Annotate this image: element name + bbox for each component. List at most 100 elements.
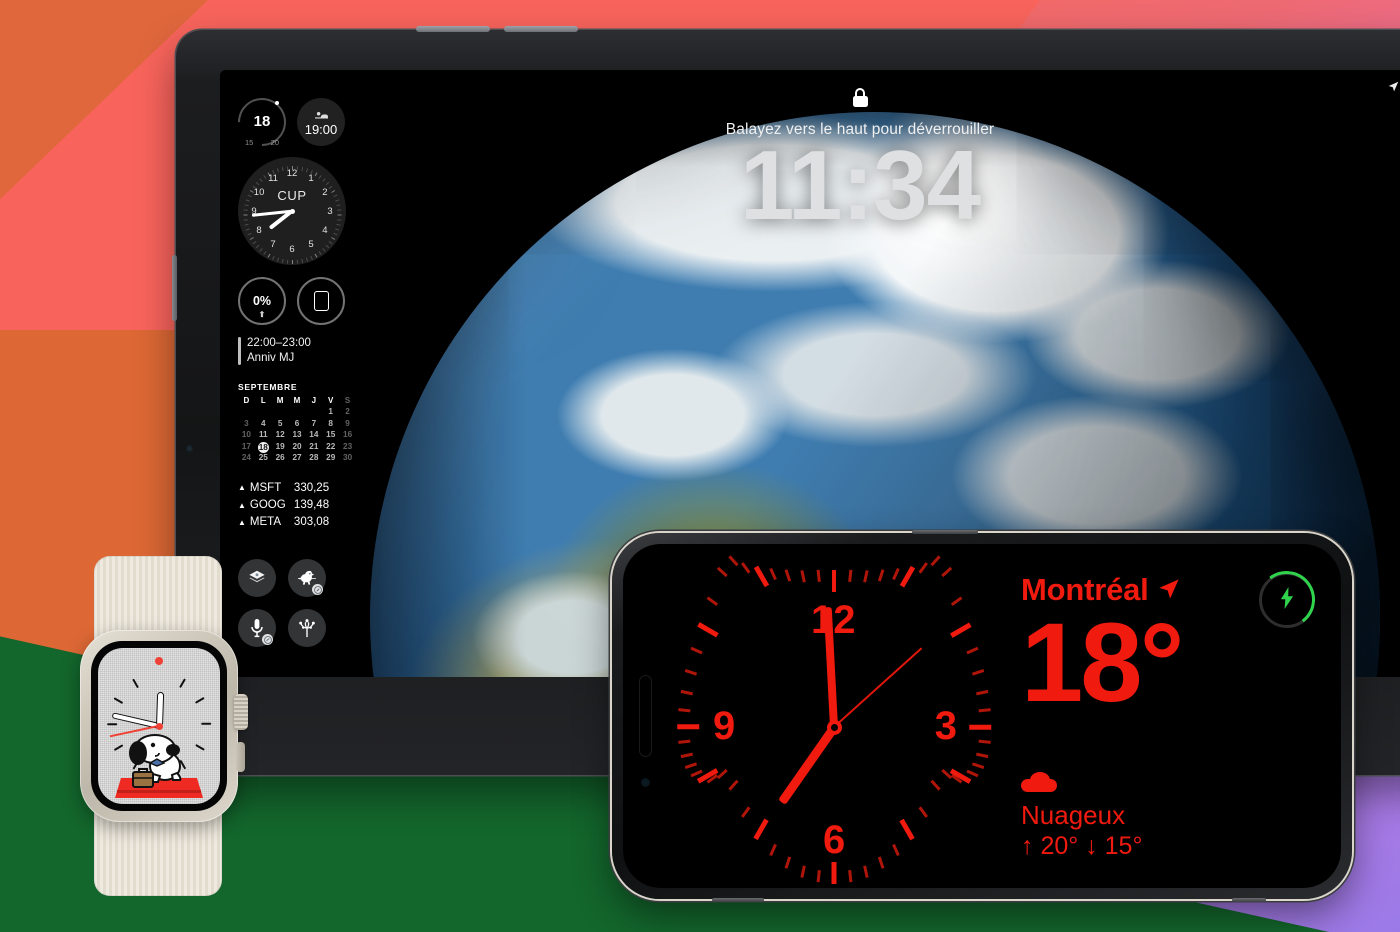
clock-tick <box>918 806 928 818</box>
stocks-widget[interactable]: ▲ MSFT 330,25 ▲ GOOG 139,48 ▲ META 303,08 <box>238 480 356 532</box>
calendar-day[interactable]: 10 <box>238 430 255 441</box>
analog-clock-widget[interactable]: 12 1 2 3 4 5 6 7 8 9 10 11 CUP <box>238 157 346 265</box>
ipad-volume-up-button[interactable] <box>416 26 490 32</box>
clock-tick <box>799 569 806 582</box>
calendar-day[interactable]: 12 <box>272 430 289 441</box>
clock-tick <box>862 865 869 878</box>
clock-tick <box>259 248 263 252</box>
calendar-day[interactable]: 8 <box>322 419 339 430</box>
ipad-volume-down-button[interactable] <box>504 26 578 32</box>
snoopy-illustration <box>115 734 203 798</box>
charging-indicator <box>1254 567 1320 633</box>
clock-tick <box>753 565 769 587</box>
calendar-day[interactable]: 22 <box>322 442 339 453</box>
clock-tick <box>331 237 336 240</box>
calendar-day[interactable]: 14 <box>305 430 322 441</box>
clock-tick <box>831 862 837 884</box>
calendar-day[interactable]: 28 <box>305 453 322 464</box>
stock-value: 139,48 <box>293 499 330 512</box>
clock-tick <box>328 241 333 245</box>
calendar-day[interactable]: 30 <box>339 453 356 464</box>
clock-tick <box>696 622 719 638</box>
calendar-day[interactable]: 23 <box>339 442 356 453</box>
clock-tick <box>784 856 791 869</box>
device-ring-widget[interactable] <box>297 277 345 325</box>
event-title: Anniv MJ <box>247 352 295 365</box>
calendar-dow: M <box>276 396 284 406</box>
calendar-day[interactable] <box>305 407 322 418</box>
standby-weather-widget[interactable]: Montréal 18° Nuageux ↑ 20° ↓ 15° <box>1021 567 1320 868</box>
clock-numeral-3: 3 <box>934 704 957 748</box>
calendar-day[interactable] <box>255 407 272 418</box>
dinosaur-icon[interactable] <box>288 559 326 597</box>
calendar-today: 18 <box>257 441 269 453</box>
iphone-volume-button[interactable] <box>712 898 764 902</box>
calendar-day[interactable]: 29 <box>322 453 339 464</box>
calendar-day[interactable]: 19 <box>272 442 289 453</box>
clock-tick <box>899 818 915 840</box>
standby-analog-clock[interactable]: 12 3 6 9 <box>677 555 991 884</box>
clock-tick <box>965 646 979 655</box>
weather-ring-widget[interactable]: 18 15 20 <box>228 88 296 156</box>
iphone-action-button[interactable] <box>1232 898 1266 902</box>
calendar-day[interactable]: 17 <box>238 442 255 453</box>
calendar-day[interactable]: 21 <box>305 442 322 453</box>
calendar-day[interactable]: 26 <box>272 453 289 464</box>
calendar-day[interactable]: 7 <box>305 419 322 430</box>
clock-tick <box>684 668 697 676</box>
calendar-day[interactable]: 18 <box>255 441 272 453</box>
calendar-event-widget[interactable]: 22:00–23:00 Anniv MJ <box>238 336 356 366</box>
iphone-standby-screen[interactable]: 12 3 6 9 Montréal 18° Nuageux ↑ 20° ↓ 15… <box>623 544 1341 888</box>
calendar-day[interactable]: 1 <box>322 407 339 418</box>
clock-tick <box>847 569 852 583</box>
calendar-day[interactable]: 2 <box>339 407 356 418</box>
clock-tick <box>929 555 941 566</box>
stock-row[interactable]: ▲ GOOG 139,48 <box>238 497 356 514</box>
calendar-day[interactable]: 13 <box>289 430 306 441</box>
calendar-day[interactable]: 16 <box>339 430 356 441</box>
calendar-day[interactable]: 9 <box>339 419 356 430</box>
iphone-front-camera <box>641 778 650 787</box>
calendar-day[interactable] <box>238 407 255 418</box>
calendar-day[interactable]: 15 <box>322 430 339 441</box>
clock-tick <box>831 570 837 592</box>
clock-tick <box>267 253 271 258</box>
digital-crown[interactable] <box>234 694 248 730</box>
watch-top-marker <box>155 657 163 665</box>
watch-side-button[interactable] <box>236 742 245 772</box>
calendar-day[interactable]: 24 <box>238 453 255 464</box>
clock-numeral-7: 7 <box>270 238 276 250</box>
calendar-day[interactable]: 4 <box>255 419 272 430</box>
calendar-day[interactable] <box>272 407 289 418</box>
calendar-day[interactable]: 27 <box>289 453 306 464</box>
clock-tick <box>799 865 806 878</box>
watch-hour-hand <box>155 691 164 727</box>
bedtime-value: 19:00 <box>304 121 338 137</box>
calendar-day[interactable]: 11 <box>255 430 272 441</box>
stock-trend-icon: ▲ <box>238 517 246 527</box>
clock-second-hand <box>833 647 923 728</box>
calendar-day[interactable]: 20 <box>289 442 306 453</box>
watch-face-snoopy[interactable] <box>98 648 220 804</box>
stock-row[interactable]: ▲ MSFT 330,25 <box>238 480 356 497</box>
clock-numeral-3: 3 <box>327 206 333 217</box>
iphone-side-button[interactable] <box>912 530 978 534</box>
stock-value: 330,25 <box>293 481 330 494</box>
bed-icon <box>314 108 328 122</box>
battery-ring-value: 0% <box>252 294 272 308</box>
calendar-day[interactable]: 25 <box>255 453 272 464</box>
bedtime-widget[interactable]: 19:00 <box>297 98 345 146</box>
calendar-day[interactable]: 3 <box>238 419 255 430</box>
calendar-day[interactable] <box>289 407 306 418</box>
clock-tick <box>716 768 728 779</box>
calendar-day[interactable]: 6 <box>289 419 306 430</box>
stock-symbol: META <box>249 516 282 529</box>
clock-tick <box>975 752 988 758</box>
stock-row[interactable]: ▲ META 303,08 <box>238 514 356 531</box>
battery-ring-widget[interactable]: 0% ⬆ <box>238 277 286 325</box>
calendar-widget[interactable]: SEPTEMBRE D L M M J V S 1 2 3 4 5 6 7 8 9 10 11 12 13 14 15 16… <box>238 382 356 464</box>
calendar-day[interactable]: 5 <box>272 419 289 430</box>
ipad-side-button[interactable] <box>172 255 177 321</box>
weather-temperature: 18° <box>1021 600 1184 725</box>
sparkle-burst-icon[interactable] <box>288 609 326 647</box>
